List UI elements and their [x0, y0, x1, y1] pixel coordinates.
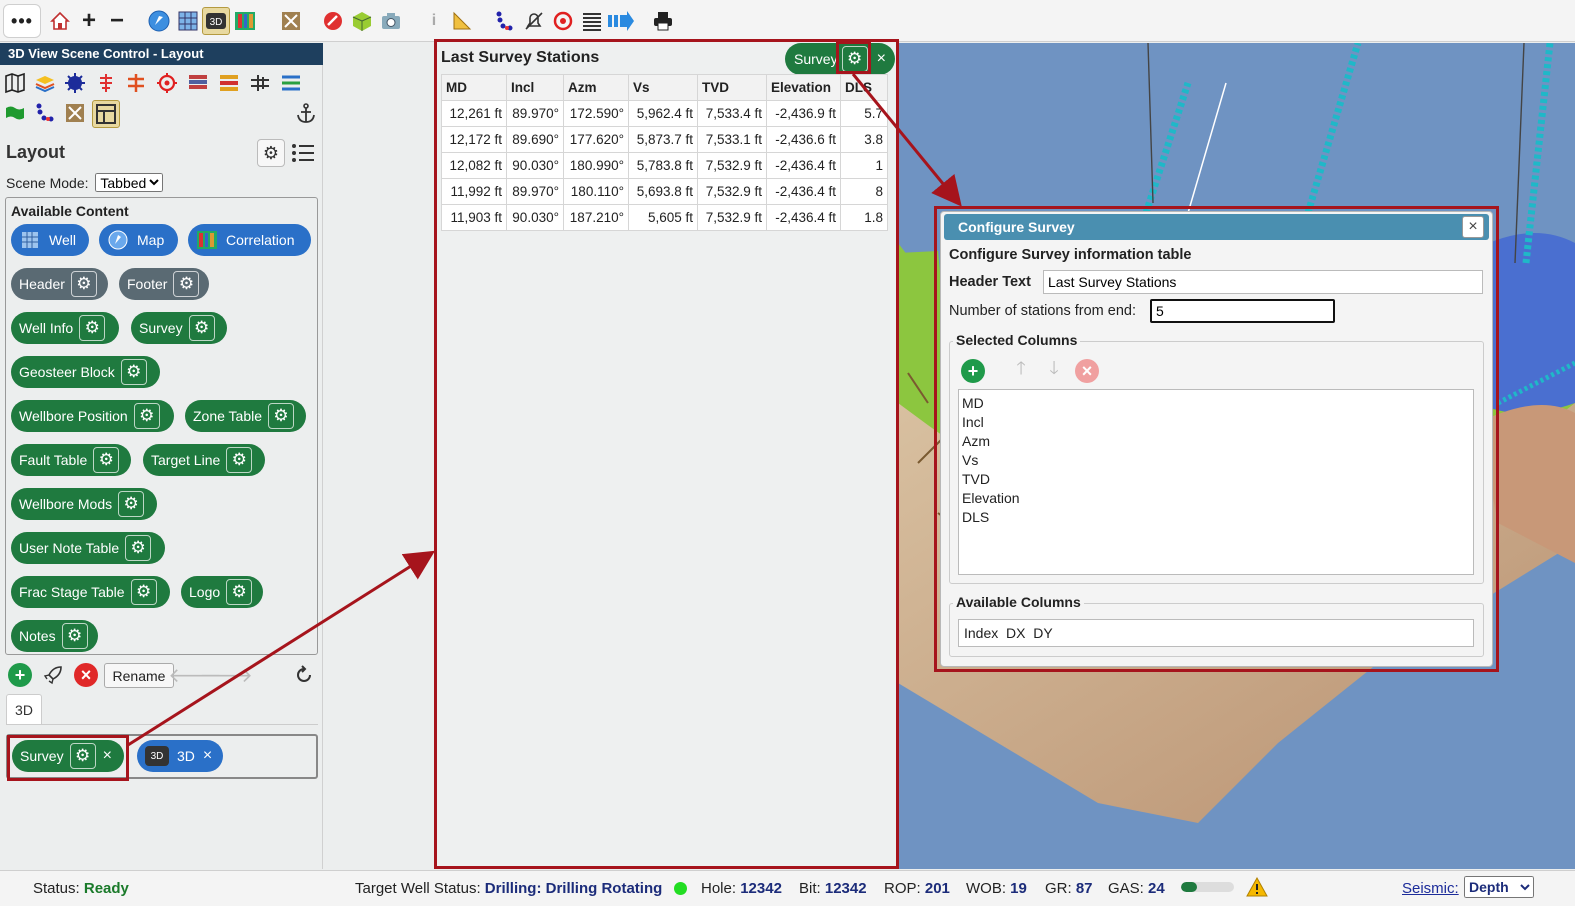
gas-progress-fill: [1181, 882, 1197, 892]
rop-value: ROP: 201: [884, 880, 950, 897]
wob-value: WOB: 19: [966, 880, 1027, 897]
target-well-status: Target Well Status: Drilling: Drilling R…: [355, 880, 663, 897]
gas-progress-bar: [1181, 882, 1234, 892]
seismic-select[interactable]: Depth: [1464, 876, 1534, 898]
seismic-link[interactable]: Seismic:: [1402, 880, 1459, 897]
status-item: Status: Ready: [33, 880, 129, 897]
hole-depth: Hole: 12342: [701, 880, 782, 897]
bit-depth: Bit: 12342: [799, 880, 867, 897]
gas-value: GAS: 24: [1108, 880, 1165, 897]
status-bar: Status: Ready Target Well Status: Drilli…: [0, 870, 1575, 906]
status-dot-icon: [674, 882, 687, 895]
gr-value: GR: 87: [1045, 880, 1093, 897]
warning-icon[interactable]: [1246, 876, 1268, 901]
annotation-arrows: [127, 73, 962, 747]
